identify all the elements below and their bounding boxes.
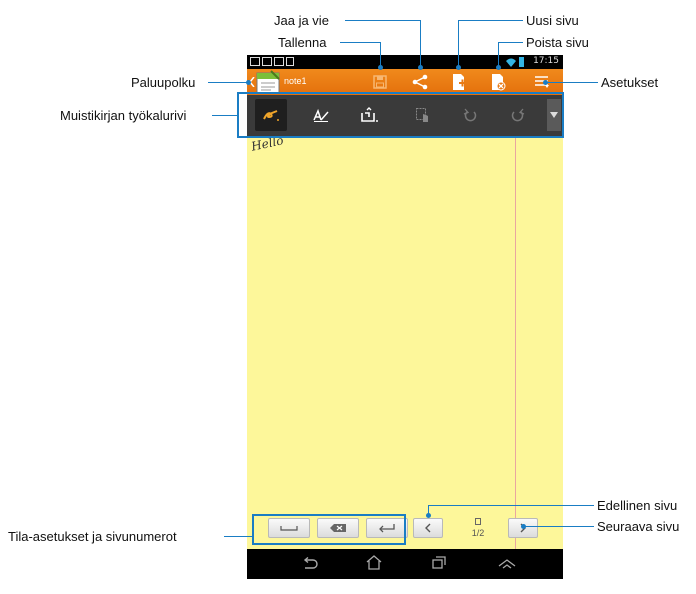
leader-dot	[456, 65, 461, 70]
page-margin-line	[515, 136, 516, 549]
image-notification-icon	[250, 57, 260, 66]
callout-notebook-toolbar: Muistikirjan työkalurivi	[60, 108, 187, 123]
leader-dot	[426, 513, 431, 518]
leader-line	[428, 505, 594, 506]
callout-settings: Asetukset	[601, 75, 659, 90]
callout-share-export: Jaa ja vie	[274, 13, 329, 28]
leader-dot	[418, 65, 423, 70]
leader-line	[458, 20, 459, 68]
callout-delete-page: Poista sivu	[526, 35, 589, 50]
save-button[interactable]	[369, 71, 391, 93]
leader-dot	[521, 524, 526, 529]
leader-line	[340, 42, 380, 43]
leader-line	[498, 42, 523, 43]
leader-line	[420, 20, 421, 68]
new-page-button[interactable]	[448, 71, 470, 93]
keypad-highlight-frame	[252, 514, 406, 545]
callout-mode-settings: Tila-asetukset ja sivunumerot	[8, 529, 177, 544]
share-icon	[412, 74, 428, 90]
leader-dot	[378, 65, 383, 70]
chevron-up-icon[interactable]	[498, 558, 516, 569]
callout-new-page: Uusi sivu	[526, 13, 579, 28]
system-nav-bar	[247, 549, 563, 579]
return-button[interactable]: note1	[248, 70, 314, 94]
leader-dot	[496, 65, 501, 70]
back-icon[interactable]	[302, 557, 318, 569]
leader-dot	[543, 80, 548, 85]
page-icon	[475, 518, 481, 525]
home-icon[interactable]	[366, 555, 382, 570]
notebook-icon	[256, 70, 280, 94]
chevron-left-icon	[425, 523, 431, 533]
delete-page-button[interactable]	[487, 71, 509, 93]
leader-line	[458, 20, 523, 21]
sd-card-icon	[286, 57, 294, 66]
leader-line	[345, 20, 420, 21]
toolbar-highlight-frame	[237, 92, 564, 138]
delete-page-icon	[492, 74, 506, 91]
leader-line	[545, 82, 598, 83]
gmail-notification-icon	[262, 57, 272, 66]
wifi-icon	[506, 58, 516, 67]
share-button[interactable]	[409, 71, 431, 93]
previous-page-button[interactable]	[413, 518, 443, 538]
leader-line	[208, 82, 248, 83]
leader-dot	[246, 80, 251, 85]
recent-apps-icon[interactable]	[432, 556, 446, 569]
leader-line	[523, 526, 594, 527]
save-icon	[373, 75, 387, 89]
callout-previous-page: Edellinen sivu	[597, 498, 678, 513]
callout-next-page: Seuraava sivu	[597, 519, 680, 534]
callout-save: Tallenna	[278, 35, 327, 50]
page-indicator: 1/2	[471, 528, 485, 538]
add-page-icon	[453, 74, 466, 90]
email-notification-icon	[274, 57, 284, 66]
note-title: note1	[284, 76, 307, 86]
clock: 17:15	[533, 56, 559, 66]
leader-line	[212, 115, 237, 116]
leader-line	[224, 536, 252, 537]
status-bar: 17:15	[247, 55, 563, 69]
battery-icon	[519, 57, 524, 67]
callout-return-path: Paluupolku	[131, 75, 196, 90]
